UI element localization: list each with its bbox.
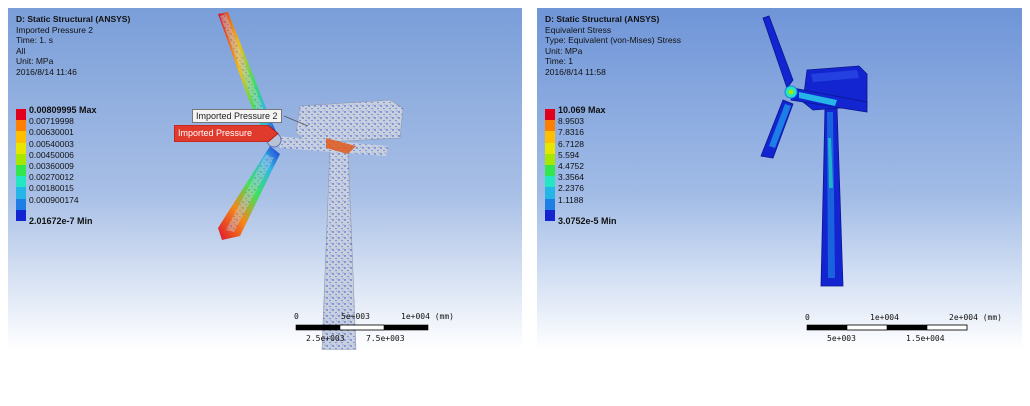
scale-tick-1-5e4: 1.5e+004 [906, 334, 945, 343]
scale-tick-7-5e3: 7.5e+003 [366, 334, 405, 343]
scale-tick-5e3: 5e+003 [341, 312, 370, 321]
scale-tick-2e4: 2e+004 (mm) [949, 313, 1002, 322]
scale-bar [806, 324, 968, 331]
scale-tick-0: 0 [805, 313, 810, 322]
imported-pressure-viewport[interactable]: D: Static Structural (ANSYS) Imported Pr… [8, 8, 522, 350]
scale-tick-1e4: 1e+004 (mm) [401, 312, 454, 321]
scale-tick-5e3: 5e+003 [827, 334, 856, 343]
scale-tick-1e4: 1e+004 [870, 313, 899, 322]
scale-tick-2-5e3: 2.5e+003 [306, 334, 345, 343]
scale-tick-0: 0 [294, 312, 299, 321]
equivalent-stress-viewport[interactable]: D: Static Structural (ANSYS) Equivalent … [537, 8, 1022, 350]
scale-bar [295, 324, 429, 331]
